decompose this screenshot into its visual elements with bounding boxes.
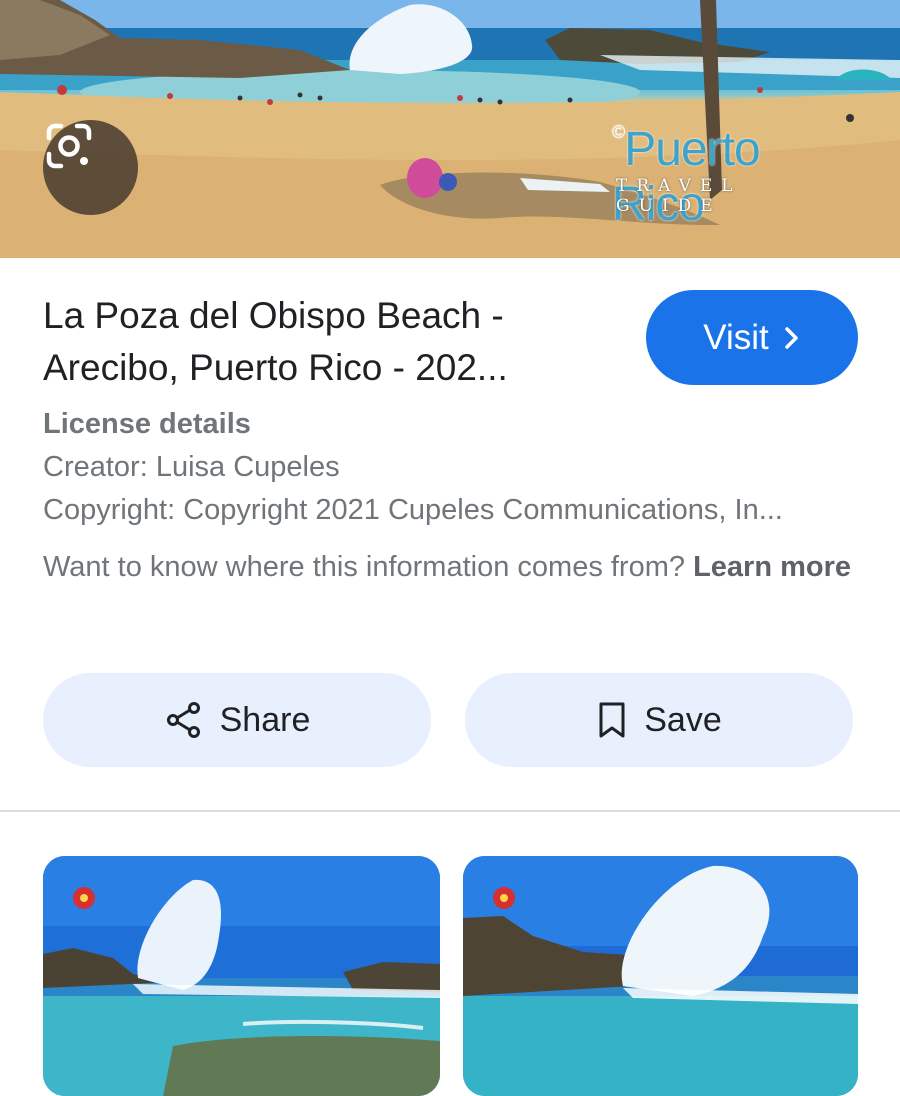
visit-button[interactable]: Visit (646, 290, 858, 385)
google-lens-button[interactable] (43, 120, 138, 215)
copyright-text: Copyright: Copyright 2021 Cupeles Commun… (43, 494, 783, 526)
related-photo-1 (43, 856, 440, 1096)
section-divider (0, 810, 900, 812)
visit-label: Visit (703, 317, 769, 357)
share-icon (166, 702, 200, 738)
learn-more-link[interactable]: Learn more (693, 551, 851, 583)
creator-text: Creator: Luisa Cupeles (43, 451, 340, 483)
puerto-rico-watermark: ©Puerto Rico TRAVEL GUIDE (612, 122, 842, 231)
license-details-heading: License details (43, 408, 251, 440)
result-title-line-1: La Poza del Obispo Beach - (43, 295, 504, 336)
save-label: Save (644, 700, 722, 739)
chevron-right-icon (785, 326, 798, 349)
bookmark-icon (599, 702, 625, 738)
hero-image[interactable]: ©Puerto Rico TRAVEL GUIDE (0, 0, 900, 258)
related-photo-2 (463, 856, 858, 1096)
share-button[interactable]: Share (43, 673, 431, 767)
share-label: Share (219, 700, 311, 739)
google-lens-icon (46, 123, 92, 169)
related-image-1[interactable] (43, 856, 440, 1096)
result-title-line-2: Arecibo, Puerto Rico - 202... (43, 347, 508, 388)
save-button[interactable]: Save (465, 673, 853, 767)
source-info: Want to know where this information come… (43, 546, 863, 589)
result-title[interactable]: La Poza del Obispo Beach - Arecibo, Puer… (43, 290, 613, 394)
source-text: Want to know where this information come… (43, 551, 694, 583)
watermark-subtitle: TRAVEL GUIDE (616, 176, 742, 216)
related-image-2[interactable] (463, 856, 858, 1096)
